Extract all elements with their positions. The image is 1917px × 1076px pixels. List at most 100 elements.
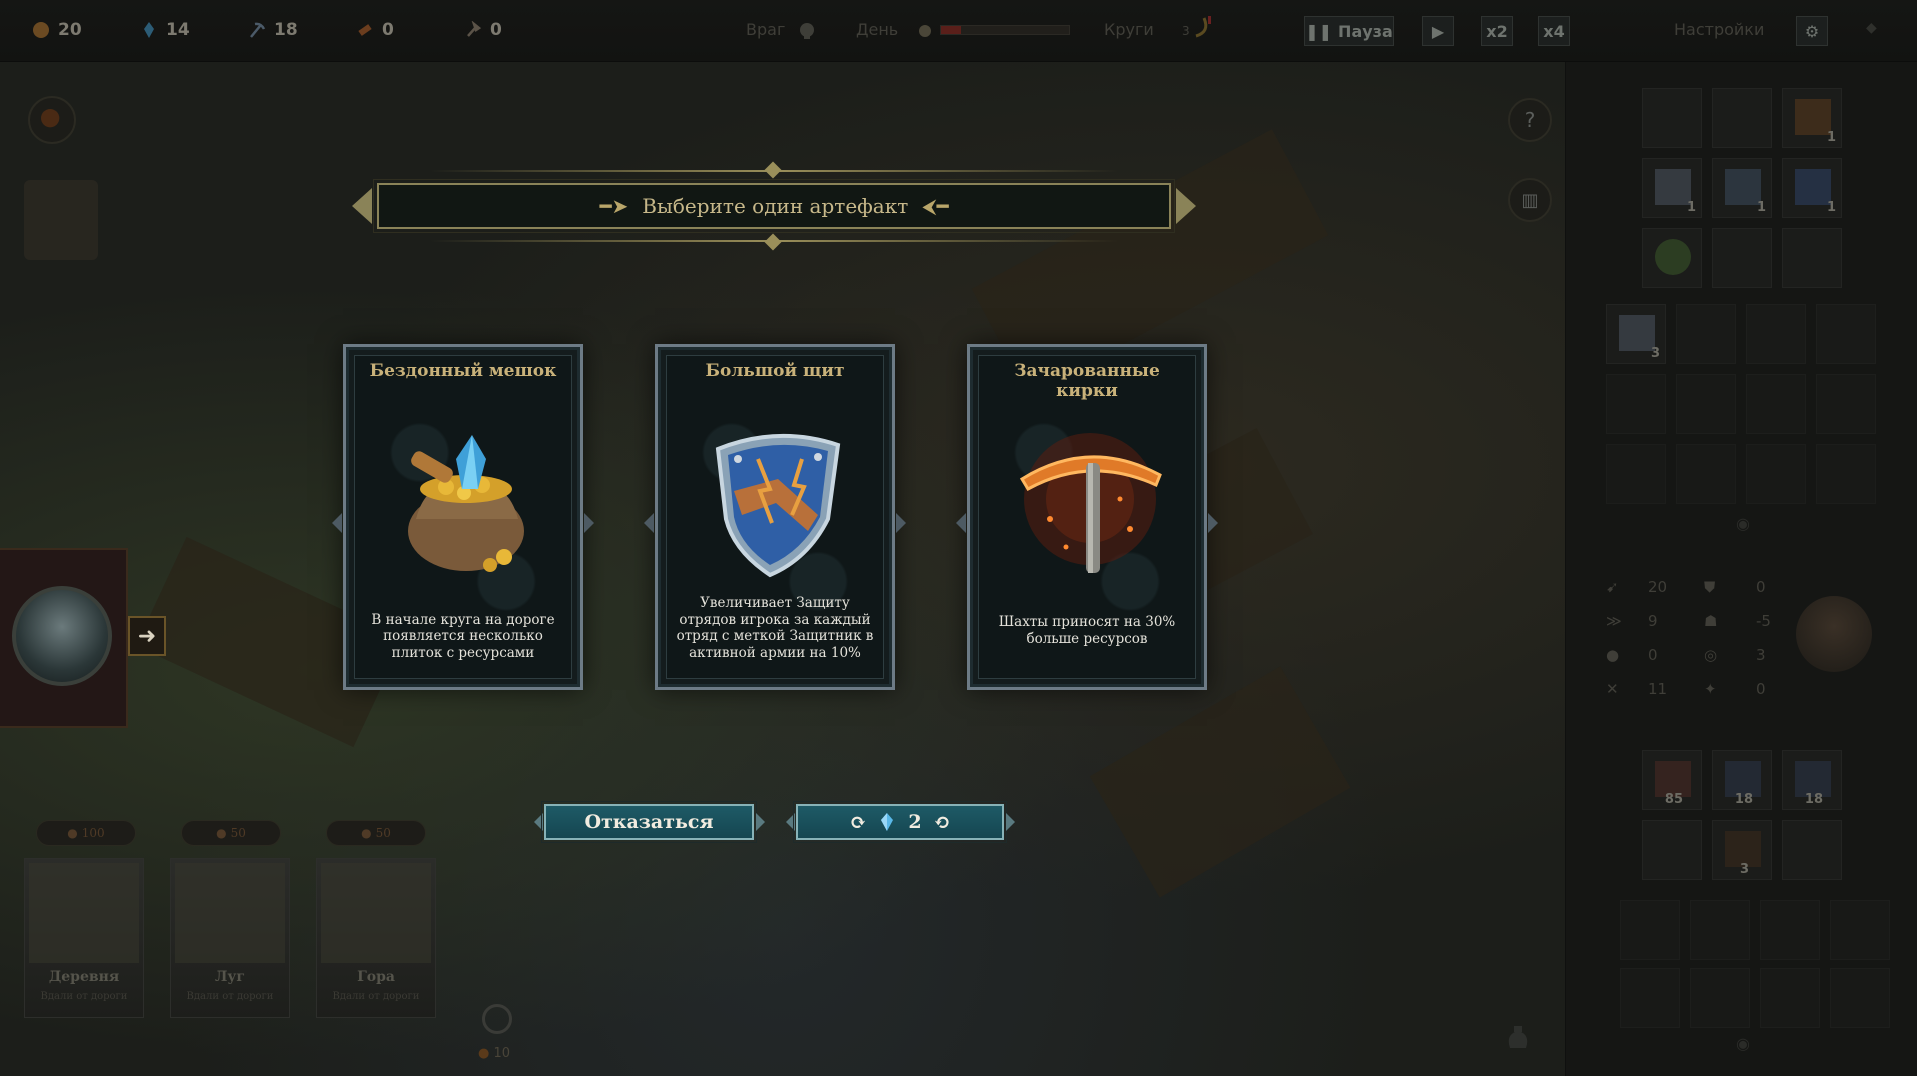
refresh-icon[interactable] <box>482 1004 512 1034</box>
artifact-card-enchanted-pickaxes[interactable]: Зачарованные кирки Шахты приносят на 30%… <box>956 344 1218 690</box>
inventory-slot[interactable]: 1 <box>1782 158 1842 218</box>
laps-label: Круги <box>1104 20 1154 39</box>
inventory-slot[interactable] <box>1642 88 1702 148</box>
artifact-description: Шахты приносят на 30% больше ресурсов <box>998 614 1176 647</box>
crystal-icon <box>144 22 154 38</box>
codex-button[interactable]: ▥ <box>1508 178 1552 222</box>
unit-slot[interactable] <box>1760 968 1820 1028</box>
card-ornament <box>956 513 966 533</box>
enemy-label: Враг <box>746 20 786 39</box>
settings-button[interactable]: ⚙ <box>1796 16 1828 46</box>
quest-scroll-icon[interactable] <box>24 180 98 260</box>
settings-label[interactable]: Настройки <box>1674 20 1764 39</box>
inventory-slot[interactable] <box>1712 88 1772 148</box>
axe-icon <box>467 21 482 37</box>
inventory-slot[interactable] <box>1746 304 1806 364</box>
refresh-icon: ⟳ <box>849 810 867 834</box>
play-icon: ▶ <box>1431 21 1445 41</box>
unit-slot[interactable] <box>1760 900 1820 960</box>
resource-ore: 18 <box>248 20 298 40</box>
hero-expand-button[interactable]: ➜ <box>128 616 166 656</box>
unit-slot[interactable]: 3 <box>1712 820 1772 880</box>
inventory-slot[interactable] <box>1676 304 1736 364</box>
unit-slot[interactable] <box>1830 900 1890 960</box>
artifact-name: Бездонный мешок <box>369 361 557 381</box>
gold-coin-icon: ● <box>216 826 227 840</box>
attack-icon: ➹ <box>1606 578 1619 596</box>
artifact-description: В начале круга на дороге появляется неск… <box>371 611 555 661</box>
build-card-mountain[interactable]: Гора Вдали от дороги <box>316 858 436 1018</box>
top-bar: 20 14 18 0 0 Враг День Круги 3 ❚❚ Пауза … <box>0 0 1917 62</box>
gold-coin-icon: ● <box>478 1046 490 1061</box>
emblem-button[interactable] <box>28 96 76 144</box>
star-icon: ✦ <box>1704 680 1717 698</box>
inventory-slot[interactable] <box>1816 304 1876 364</box>
pickaxe-icon <box>250 22 266 38</box>
help-button[interactable]: ? <box>1508 98 1552 142</box>
pin-icon[interactable]: ◆ <box>1866 20 1877 36</box>
unit-slot[interactable] <box>1690 968 1750 1028</box>
defense-icon: ⛊ <box>1704 578 1716 596</box>
unit-slot[interactable] <box>1620 900 1680 960</box>
card-image <box>321 863 431 963</box>
unit-slot[interactable]: 18 <box>1712 750 1772 810</box>
arrow-right-icon: ➜ <box>137 623 157 649</box>
chat-icon: ● <box>1606 646 1620 664</box>
inventory-slot[interactable] <box>1676 444 1736 504</box>
modal-title: ━➤ Выберите один артефакт ⮜━ <box>373 179 1175 233</box>
item-icon <box>1795 99 1831 135</box>
inventory-slot[interactable] <box>1746 374 1806 434</box>
reroll-button[interactable]: ⟳ 2 ⟲ <box>793 801 1007 843</box>
speed-x4-button[interactable]: x4 <box>1538 16 1570 46</box>
button-ornament <box>756 813 765 831</box>
inventory-slot[interactable]: 1 <box>1642 158 1702 218</box>
decline-button[interactable]: Отказаться <box>541 801 757 843</box>
inventory-slot[interactable]: 3 <box>1606 304 1666 364</box>
artifact-description: Увеличивает Защиту отрядов игрока за каж… <box>676 595 874 661</box>
inventory-slot[interactable] <box>1746 444 1806 504</box>
skull-icon <box>800 23 814 39</box>
button-ornament <box>534 813 543 831</box>
build-card-meadow[interactable]: Луг Вдали от дороги <box>170 858 290 1018</box>
inventory-slot[interactable] <box>1606 444 1666 504</box>
book-icon: ▥ <box>1521 189 1539 211</box>
gold-coin-icon: ● <box>67 826 78 840</box>
unit-slot[interactable] <box>1642 820 1702 880</box>
laps-value: 3 <box>1182 24 1190 38</box>
unit-slot[interactable]: 18 <box>1782 750 1842 810</box>
gold-coin-icon <box>33 22 49 38</box>
speed-x2-button[interactable]: x2 <box>1481 16 1513 46</box>
artifact-card-big-shield[interactable]: Большой щит Увеличивает Защиту отрядов и… <box>644 344 906 690</box>
card-image <box>29 863 139 963</box>
inventory-slot[interactable] <box>1712 228 1772 288</box>
inventory-slot[interactable]: 1 <box>1782 88 1842 148</box>
inventory-slot[interactable] <box>1782 228 1842 288</box>
unit-slot[interactable] <box>1782 820 1842 880</box>
play-button[interactable]: ▶ <box>1422 16 1454 46</box>
inventory-slot[interactable] <box>1816 444 1876 504</box>
bag-icon[interactable] <box>1502 1020 1534 1052</box>
card-image <box>175 863 285 963</box>
inventory-slot[interactable]: 1 <box>1712 158 1772 218</box>
inventory-slot[interactable] <box>1642 228 1702 288</box>
unit-slot[interactable] <box>1690 900 1750 960</box>
artifact-name: Большой щит <box>705 361 845 381</box>
king-avatar[interactable] <box>1796 596 1872 672</box>
unit-slot[interactable] <box>1830 968 1890 1028</box>
inventory-slot[interactable] <box>1606 374 1666 434</box>
resource-crystal: 14 <box>140 20 190 40</box>
speed-icon: ≫ <box>1606 612 1622 630</box>
pause-button[interactable]: ❚❚ Пауза <box>1304 16 1394 46</box>
inventory-slot[interactable] <box>1816 374 1876 434</box>
unit-slot[interactable] <box>1620 968 1680 1028</box>
hero-avatar[interactable] <box>12 586 112 686</box>
cost-badge: ● 50 <box>326 820 426 846</box>
swords-icon: ✕ <box>1606 680 1619 698</box>
helmet-icon: ☗ <box>1704 612 1718 630</box>
artifact-name: Зачарованные кирки <box>1014 361 1160 401</box>
build-card-village[interactable]: Деревня Вдали от дороги <box>24 858 144 1018</box>
artifact-card-bottomless-bag[interactable]: Бездонный мешок В начале круга на дороге… <box>332 344 594 690</box>
unit-slot[interactable]: 85 <box>1642 750 1702 810</box>
inventory-slot[interactable] <box>1676 374 1736 434</box>
ornament-icon: ━➤ <box>599 194 629 218</box>
